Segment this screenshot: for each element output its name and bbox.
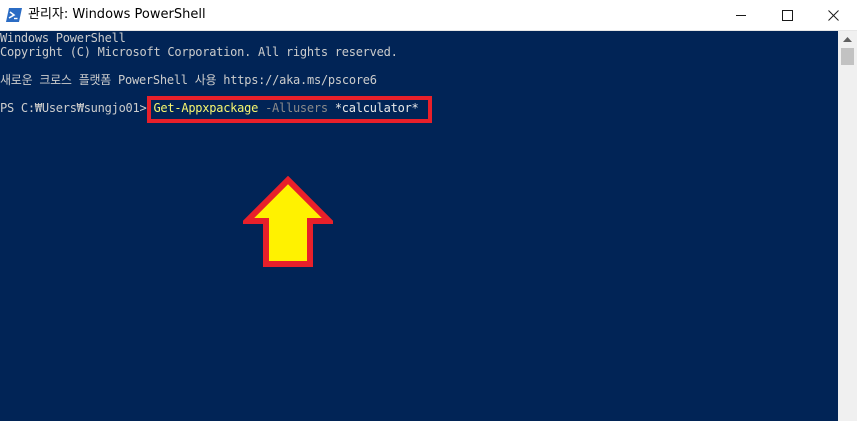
scroll-up-icon [843, 36, 852, 42]
console-line-header: Windows PowerShell [0, 31, 126, 45]
title-bar[interactable]: 관리자: Windows PowerShell [0, 0, 857, 31]
close-icon [827, 9, 839, 21]
console-line-copyright: Copyright (C) Microsoft Corporation. All… [0, 45, 398, 59]
minimize-button[interactable] [718, 0, 764, 30]
scroll-thumb[interactable] [841, 48, 854, 65]
minimize-icon [735, 14, 746, 16]
window-title: 관리자: Windows PowerShell [28, 7, 206, 22]
vertical-scrollbar[interactable] [838, 31, 857, 421]
prompt: PS C:₩Users₩sungjo01> [0, 101, 154, 115]
maximize-button[interactable] [764, 0, 810, 30]
close-button[interactable] [810, 0, 856, 30]
up-arrow-icon [243, 176, 333, 267]
console-area[interactable]: Windows PowerShell Copyright (C) Microso… [0, 31, 838, 421]
powershell-window: 관리자: Windows PowerShell Windows PowerShe… [0, 0, 857, 421]
scroll-up-button[interactable] [838, 31, 857, 48]
maximize-icon [781, 9, 793, 21]
highlight-box [147, 96, 432, 123]
powershell-icon [6, 8, 22, 22]
console-line-pscore-notice: 새로운 크로스 플랫폼 PowerShell 사용 https://aka.ms… [0, 73, 377, 87]
